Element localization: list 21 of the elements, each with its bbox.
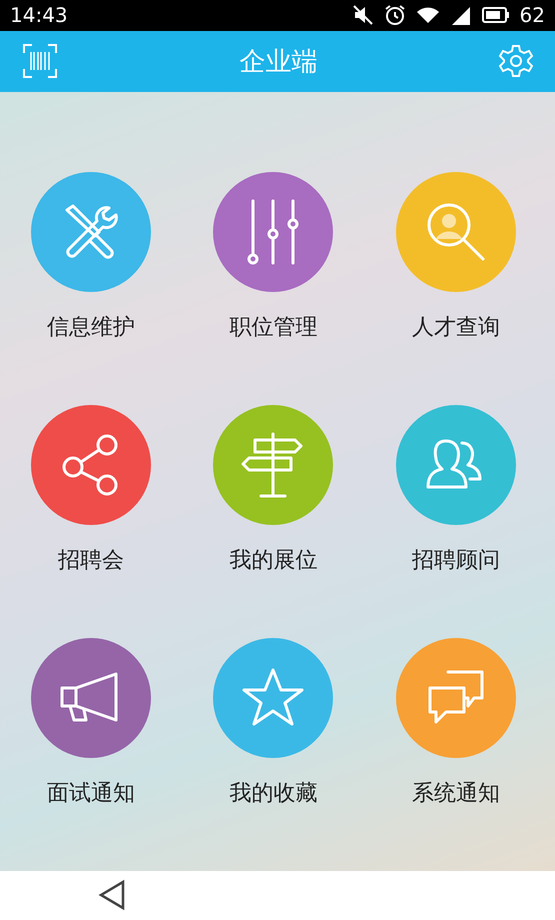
menu-label: 我的收藏	[229, 780, 318, 808]
menu-label: 招聘会	[58, 546, 124, 575]
menu-label: 面试通知	[47, 780, 136, 808]
menu-label: 招聘顾问	[412, 546, 500, 575]
alarm-icon	[384, 4, 406, 26]
menu-label: 职位管理	[229, 314, 318, 342]
menu-label: 系统通知	[412, 780, 500, 808]
signpost-icon	[241, 430, 306, 500]
wifi-icon	[416, 5, 440, 26]
header-title: 企业端	[240, 46, 318, 79]
battery-icon	[482, 7, 510, 24]
menu-label: 信息维护	[47, 314, 136, 342]
status-time: 14:43	[10, 3, 68, 28]
menu-label: 我的展位	[229, 546, 318, 575]
settings-button[interactable]	[499, 44, 533, 78]
signal-icon	[450, 5, 472, 26]
battery-level: 62	[520, 3, 545, 28]
back-button[interactable]	[98, 879, 126, 912]
scan-button[interactable]	[22, 43, 58, 80]
menu-label: 人才查询	[412, 314, 500, 342]
mute-icon	[352, 4, 374, 26]
